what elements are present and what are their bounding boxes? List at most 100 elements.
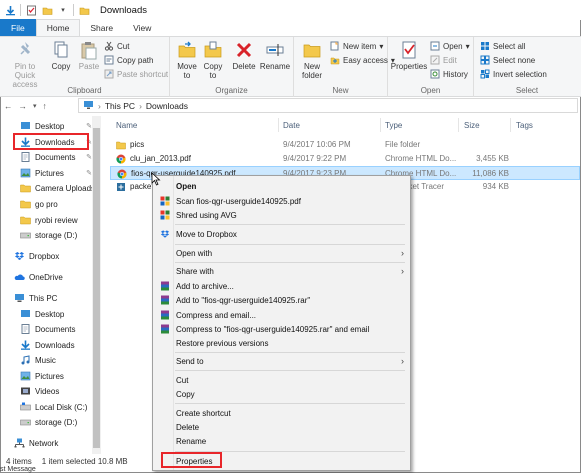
nav-item-dropbox[interactable]: Dropbox (14, 249, 59, 263)
invert-selection-button[interactable]: Invert selection (480, 69, 547, 79)
column-name[interactable]: Name (116, 121, 137, 130)
pin-quick-access-button[interactable]: Pin to Quick access (4, 40, 46, 89)
file-row[interactable]: pics 9/4/2017 10:06 PM File folder (110, 138, 580, 152)
tab-file[interactable]: File (0, 19, 36, 36)
nav-item-documents[interactable]: Documents ✎ (20, 150, 92, 164)
select-group-label: Select (515, 86, 539, 95)
menu-separator (175, 352, 405, 353)
column-date[interactable]: Date (283, 121, 300, 130)
clipboard-group: Pin to Quick access Copy Paste Cut Copy … (0, 37, 170, 97)
nav-item-ryobi-review[interactable]: ryobi review (20, 213, 78, 227)
file-row[interactable]: clu_jan_2013.pdf 9/4/2017 9:22 PM Chrome… (110, 152, 580, 166)
new-item-button[interactable]: New item ▾ (330, 41, 383, 51)
up-arrow-icon[interactable]: ↑ (43, 101, 47, 111)
menu-item-create-shortcut[interactable]: Create shortcut (153, 406, 410, 420)
nav-item-pc-pictures[interactable]: Pictures (20, 369, 64, 383)
new-folder-button[interactable]: New folder (298, 40, 326, 80)
file-date: 9/4/2017 10:06 PM (283, 140, 351, 149)
nav-item-go-pro[interactable]: go pro (20, 197, 58, 211)
menu-item-open-with[interactable]: Open with › (153, 246, 410, 260)
menu-separator (175, 403, 405, 404)
nav-scrollbar-thumb[interactable] (93, 128, 100, 448)
menu-item-move-to-dropbox[interactable]: Move to Dropbox (153, 227, 410, 241)
packet-tracer-icon (116, 182, 126, 192)
tab-home[interactable]: Home (35, 19, 81, 36)
properties-button[interactable]: Properties (391, 40, 427, 71)
nav-item-storage-d[interactable]: storage (D:) (20, 228, 77, 242)
delete-button[interactable]: Delete (232, 40, 256, 71)
ribbon: Pin to Quick access Copy Paste Cut Copy … (0, 37, 581, 97)
file-date: 9/4/2017 9:22 PM (283, 154, 347, 163)
breadcrumb-downloads[interactable]: Downloads (146, 101, 188, 111)
new-folder-quick-icon[interactable] (41, 4, 53, 16)
history-button[interactable]: History (430, 69, 468, 79)
onedrive-cloud-icon (14, 272, 25, 282)
menu-item-restore-previous-versions[interactable]: Restore previous versions (153, 336, 410, 350)
easy-access-button[interactable]: Easy access ▾ (330, 55, 395, 65)
nav-item-local-disk-c[interactable]: Local Disk (C:) (20, 400, 87, 414)
menu-item-add-to-archive[interactable]: Add to archive... (153, 279, 410, 293)
paste-label: Paste (78, 62, 100, 71)
nav-item-videos[interactable]: Videos (20, 384, 59, 398)
new-folder-label: New folder (301, 62, 322, 80)
cut-label: Cut (117, 41, 130, 51)
cut-button[interactable]: Cut (104, 41, 129, 51)
menu-item-shred[interactable]: Shred using AVG (153, 208, 410, 222)
nav-item-label: Videos (35, 386, 60, 396)
menu-item-copy[interactable]: Copy (153, 387, 410, 401)
nav-item-music[interactable]: Music (20, 353, 56, 367)
forward-arrow-icon[interactable]: → (19, 101, 28, 111)
copy-button[interactable]: Copy (50, 40, 72, 71)
nav-item-camera-uploads[interactable]: Camera Uploads (20, 181, 95, 195)
nav-item-pictures[interactable]: Pictures ✎ (20, 166, 92, 180)
menu-item-scan[interactable]: Scan fios-qgr-userguide140925.pdf (153, 194, 410, 208)
column-size[interactable]: Size (464, 121, 480, 130)
menu-item-send-to[interactable]: Send to › (153, 354, 410, 368)
breadcrumb-this-pc[interactable]: This PC (105, 101, 135, 111)
nav-item-pc-storage-d[interactable]: storage (D:) (20, 415, 77, 429)
nav-item-pc-documents[interactable]: Documents (20, 322, 75, 336)
nav-scrollbar[interactable] (92, 116, 101, 454)
paste-shortcut-button[interactable]: Paste shortcut (104, 69, 168, 79)
menu-item-cut[interactable]: Cut (153, 373, 410, 387)
quick-access-dropdown-icon[interactable]: ▾ (57, 4, 69, 16)
select-all-button[interactable]: Select all (480, 41, 525, 51)
rename-button[interactable]: Rename (260, 40, 290, 71)
nav-item-network[interactable]: Network (14, 436, 58, 450)
menu-item-delete[interactable]: Delete (153, 420, 410, 434)
menu-item-compress-email[interactable]: Compress and email... (153, 308, 410, 322)
this-pc-icon (83, 100, 94, 112)
menu-item-compress-rar-email[interactable]: Compress to "fios-qgr-userguide140925.ra… (153, 322, 410, 336)
title-divider (73, 4, 74, 16)
open-button[interactable]: Open ▾ (430, 41, 470, 51)
menu-item-rename[interactable]: Rename (153, 434, 410, 448)
column-type[interactable]: Type (385, 121, 402, 130)
back-arrow-icon[interactable]: ← (4, 101, 13, 111)
select-all-label: Select all (493, 41, 526, 51)
properties-quick-icon[interactable] (25, 4, 37, 16)
menu-item-open[interactable]: Open (153, 179, 410, 193)
nav-item-pc-desktop[interactable]: Desktop (20, 307, 64, 321)
app-arrow-icon[interactable] (4, 4, 16, 16)
copy-path-button[interactable]: Copy path (104, 55, 153, 65)
select-none-button[interactable]: Select none (480, 55, 535, 65)
column-tags[interactable]: Tags (516, 121, 533, 130)
move-to-button[interactable]: Move to (176, 40, 198, 80)
nav-item-desktop[interactable]: Desktop ✎ (20, 119, 92, 133)
menu-item-share-with[interactable]: Share with › (153, 264, 410, 278)
menu-item-add-to-rar[interactable]: Add to "fios-qgr-userguide140925.rar" (153, 293, 410, 307)
tab-share[interactable]: Share (80, 19, 123, 36)
new-item-label: New item (343, 41, 377, 51)
edit-button[interactable]: Edit (430, 55, 457, 65)
tab-view[interactable]: View (123, 19, 161, 36)
paste-button[interactable]: Paste (77, 40, 101, 71)
history-icon (430, 69, 440, 79)
nav-item-label: Documents (35, 324, 76, 334)
nav-item-onedrive[interactable]: OneDrive (14, 270, 63, 284)
address-bar[interactable]: › This PC › Downloads (78, 98, 578, 113)
open-icon (430, 41, 440, 51)
copy-to-button[interactable]: Copy to (202, 40, 224, 80)
nav-item-this-pc[interactable]: This PC (14, 291, 57, 305)
nav-item-pc-downloads[interactable]: Downloads (20, 338, 75, 352)
recent-locations-chevron-icon[interactable]: ▾ (33, 102, 37, 110)
